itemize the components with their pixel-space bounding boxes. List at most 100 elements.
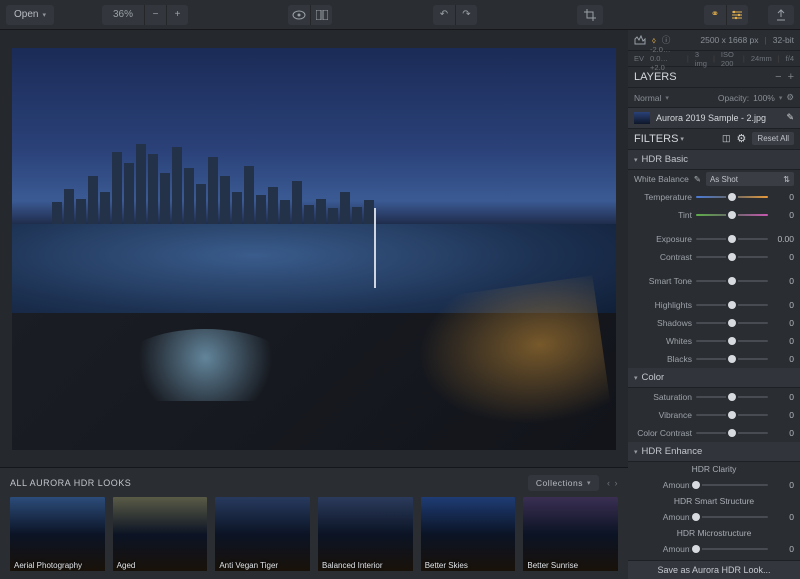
subsection-title: HDR Microstructure <box>628 526 800 540</box>
slider-label: Amount <box>634 544 692 554</box>
chevron-right-icon[interactable]: › <box>615 478 619 488</box>
open-label: Open <box>14 9 38 20</box>
filters-panel-toggle[interactable] <box>726 5 748 25</box>
gear-icon[interactable]: ⚙ <box>786 92 794 103</box>
open-dropdown[interactable]: Open ▾ <box>6 5 54 25</box>
slider-knob[interactable] <box>728 277 736 285</box>
add-layer-button[interactable]: + <box>788 71 794 83</box>
slider-knob[interactable] <box>692 513 700 521</box>
zoom-value[interactable]: 36% <box>102 5 144 25</box>
slider-control: Tint0 <box>628 206 800 224</box>
slider-knob[interactable] <box>728 411 736 419</box>
slider-track[interactable] <box>696 280 768 282</box>
slider-track[interactable] <box>696 256 768 258</box>
top-toolbar: Open ▾ 36% − + ↶ ↷ ⚭ <box>0 0 800 30</box>
slider-track[interactable] <box>696 322 768 324</box>
look-name: Better Sunrise <box>527 561 578 570</box>
wb-select[interactable]: As Shot⇅ <box>706 172 794 186</box>
filter-group-header[interactable]: ▾HDR Basic <box>628 150 800 170</box>
zoom-in-button[interactable]: + <box>166 5 188 25</box>
collections-dropdown[interactable]: Collections▾ <box>528 475 599 491</box>
slider-track[interactable] <box>696 196 768 198</box>
slider-knob[interactable] <box>728 393 736 401</box>
look-preset[interactable]: Better Skies <box>421 497 516 571</box>
slider-label: Amount <box>634 480 692 490</box>
slider-track[interactable] <box>696 358 768 360</box>
opacity-value[interactable]: 100% <box>753 93 775 103</box>
slider-knob[interactable] <box>728 253 736 261</box>
brush-icon[interactable]: ✎ <box>786 112 794 123</box>
layer-thumbnail <box>634 112 650 124</box>
eyedropper-icon[interactable]: ✎ <box>694 174 701 185</box>
slider-track[interactable] <box>696 414 768 416</box>
filter-group-header[interactable]: ▾Color <box>628 368 800 388</box>
zoom-out-button[interactable]: − <box>144 5 166 25</box>
redo-button[interactable]: ↷ <box>455 5 477 25</box>
canvas-area[interactable] <box>0 30 628 467</box>
slider-value: 0 <box>772 428 794 438</box>
mask-icon[interactable]: ◫ <box>722 133 731 144</box>
reset-all-button[interactable]: Reset All <box>752 132 794 145</box>
save-look-button[interactable]: Save as Aurora HDR Look... <box>628 560 800 579</box>
slider-value: 0 <box>772 276 794 286</box>
crop-button[interactable] <box>577 5 603 25</box>
slider-control: Shadows0 <box>628 314 800 332</box>
slider-control: Amount 0 <box>628 476 800 494</box>
slider-value: 0 <box>772 480 794 490</box>
slider-value: 0.00 <box>772 234 794 244</box>
slider-value: 0 <box>772 392 794 402</box>
slider-track[interactable] <box>696 548 768 550</box>
slider-track[interactable] <box>696 214 768 216</box>
slider-knob[interactable] <box>728 355 736 363</box>
look-name: Aged <box>117 561 136 570</box>
slider-control: Blacks 0 <box>628 350 800 368</box>
slider-knob[interactable] <box>728 429 736 437</box>
filter-gear-icon[interactable]: ⚙ <box>737 132 747 145</box>
chevron-left-icon[interactable]: ‹ <box>607 478 611 488</box>
compare-icon[interactable] <box>310 5 332 25</box>
slider-value: 0 <box>772 354 794 364</box>
look-preset[interactable]: Aerial Photography <box>10 497 105 571</box>
look-preset[interactable]: Aged <box>113 497 208 571</box>
panel-toggles: ⚭ <box>704 5 748 25</box>
slider-label: Saturation <box>634 392 692 402</box>
slider-track[interactable] <box>696 432 768 434</box>
look-preset[interactable]: Balanced Interior <box>318 497 413 571</box>
filter-group-header[interactable]: ▾HDR Enhance <box>628 442 800 462</box>
look-preset[interactable]: Anti Vegan Tiger <box>215 497 310 571</box>
slider-track[interactable] <box>696 238 768 240</box>
slider-control: Highlights0 <box>628 296 800 314</box>
zoom-control: 36% − + <box>102 5 188 25</box>
export-button[interactable] <box>768 5 794 25</box>
slider-knob[interactable] <box>728 211 736 219</box>
slider-track[interactable] <box>696 484 768 486</box>
collapse-layers-button[interactable]: − <box>775 71 781 83</box>
layers-icon[interactable]: ⬨ <box>652 35 656 46</box>
eye-icon[interactable] <box>288 5 310 25</box>
slider-knob[interactable] <box>692 545 700 553</box>
histogram-icon[interactable] <box>634 35 646 45</box>
slider-value: 0 <box>772 192 794 202</box>
slider-control: Smart Tone 0 <box>628 272 800 290</box>
blend-mode-select[interactable]: Normal <box>634 93 661 103</box>
slider-track[interactable] <box>696 396 768 398</box>
slider-knob[interactable] <box>728 193 736 201</box>
slider-label: Blacks <box>634 354 692 364</box>
slider-knob[interactable] <box>692 481 700 489</box>
slider-label: Smart Tone <box>634 276 692 286</box>
slider-knob[interactable] <box>728 319 736 327</box>
slider-knob[interactable] <box>728 337 736 345</box>
slider-track[interactable] <box>696 304 768 306</box>
slider-knob[interactable] <box>728 301 736 309</box>
chevron-down-icon: ▾ <box>42 11 46 19</box>
slider-track[interactable] <box>696 340 768 342</box>
slider-knob[interactable] <box>728 235 736 243</box>
looks-panel-toggle[interactable]: ⚭ <box>704 5 726 25</box>
wb-label: White Balance <box>634 174 689 184</box>
slider-value: 0 <box>772 300 794 310</box>
undo-button[interactable]: ↶ <box>433 5 455 25</box>
slider-track[interactable] <box>696 516 768 518</box>
layer-item[interactable]: Aurora 2019 Sample - 2.jpg ✎ <box>628 108 800 129</box>
slider-control: Vibrance0 <box>628 406 800 424</box>
look-preset[interactable]: Better Sunrise <box>523 497 618 571</box>
